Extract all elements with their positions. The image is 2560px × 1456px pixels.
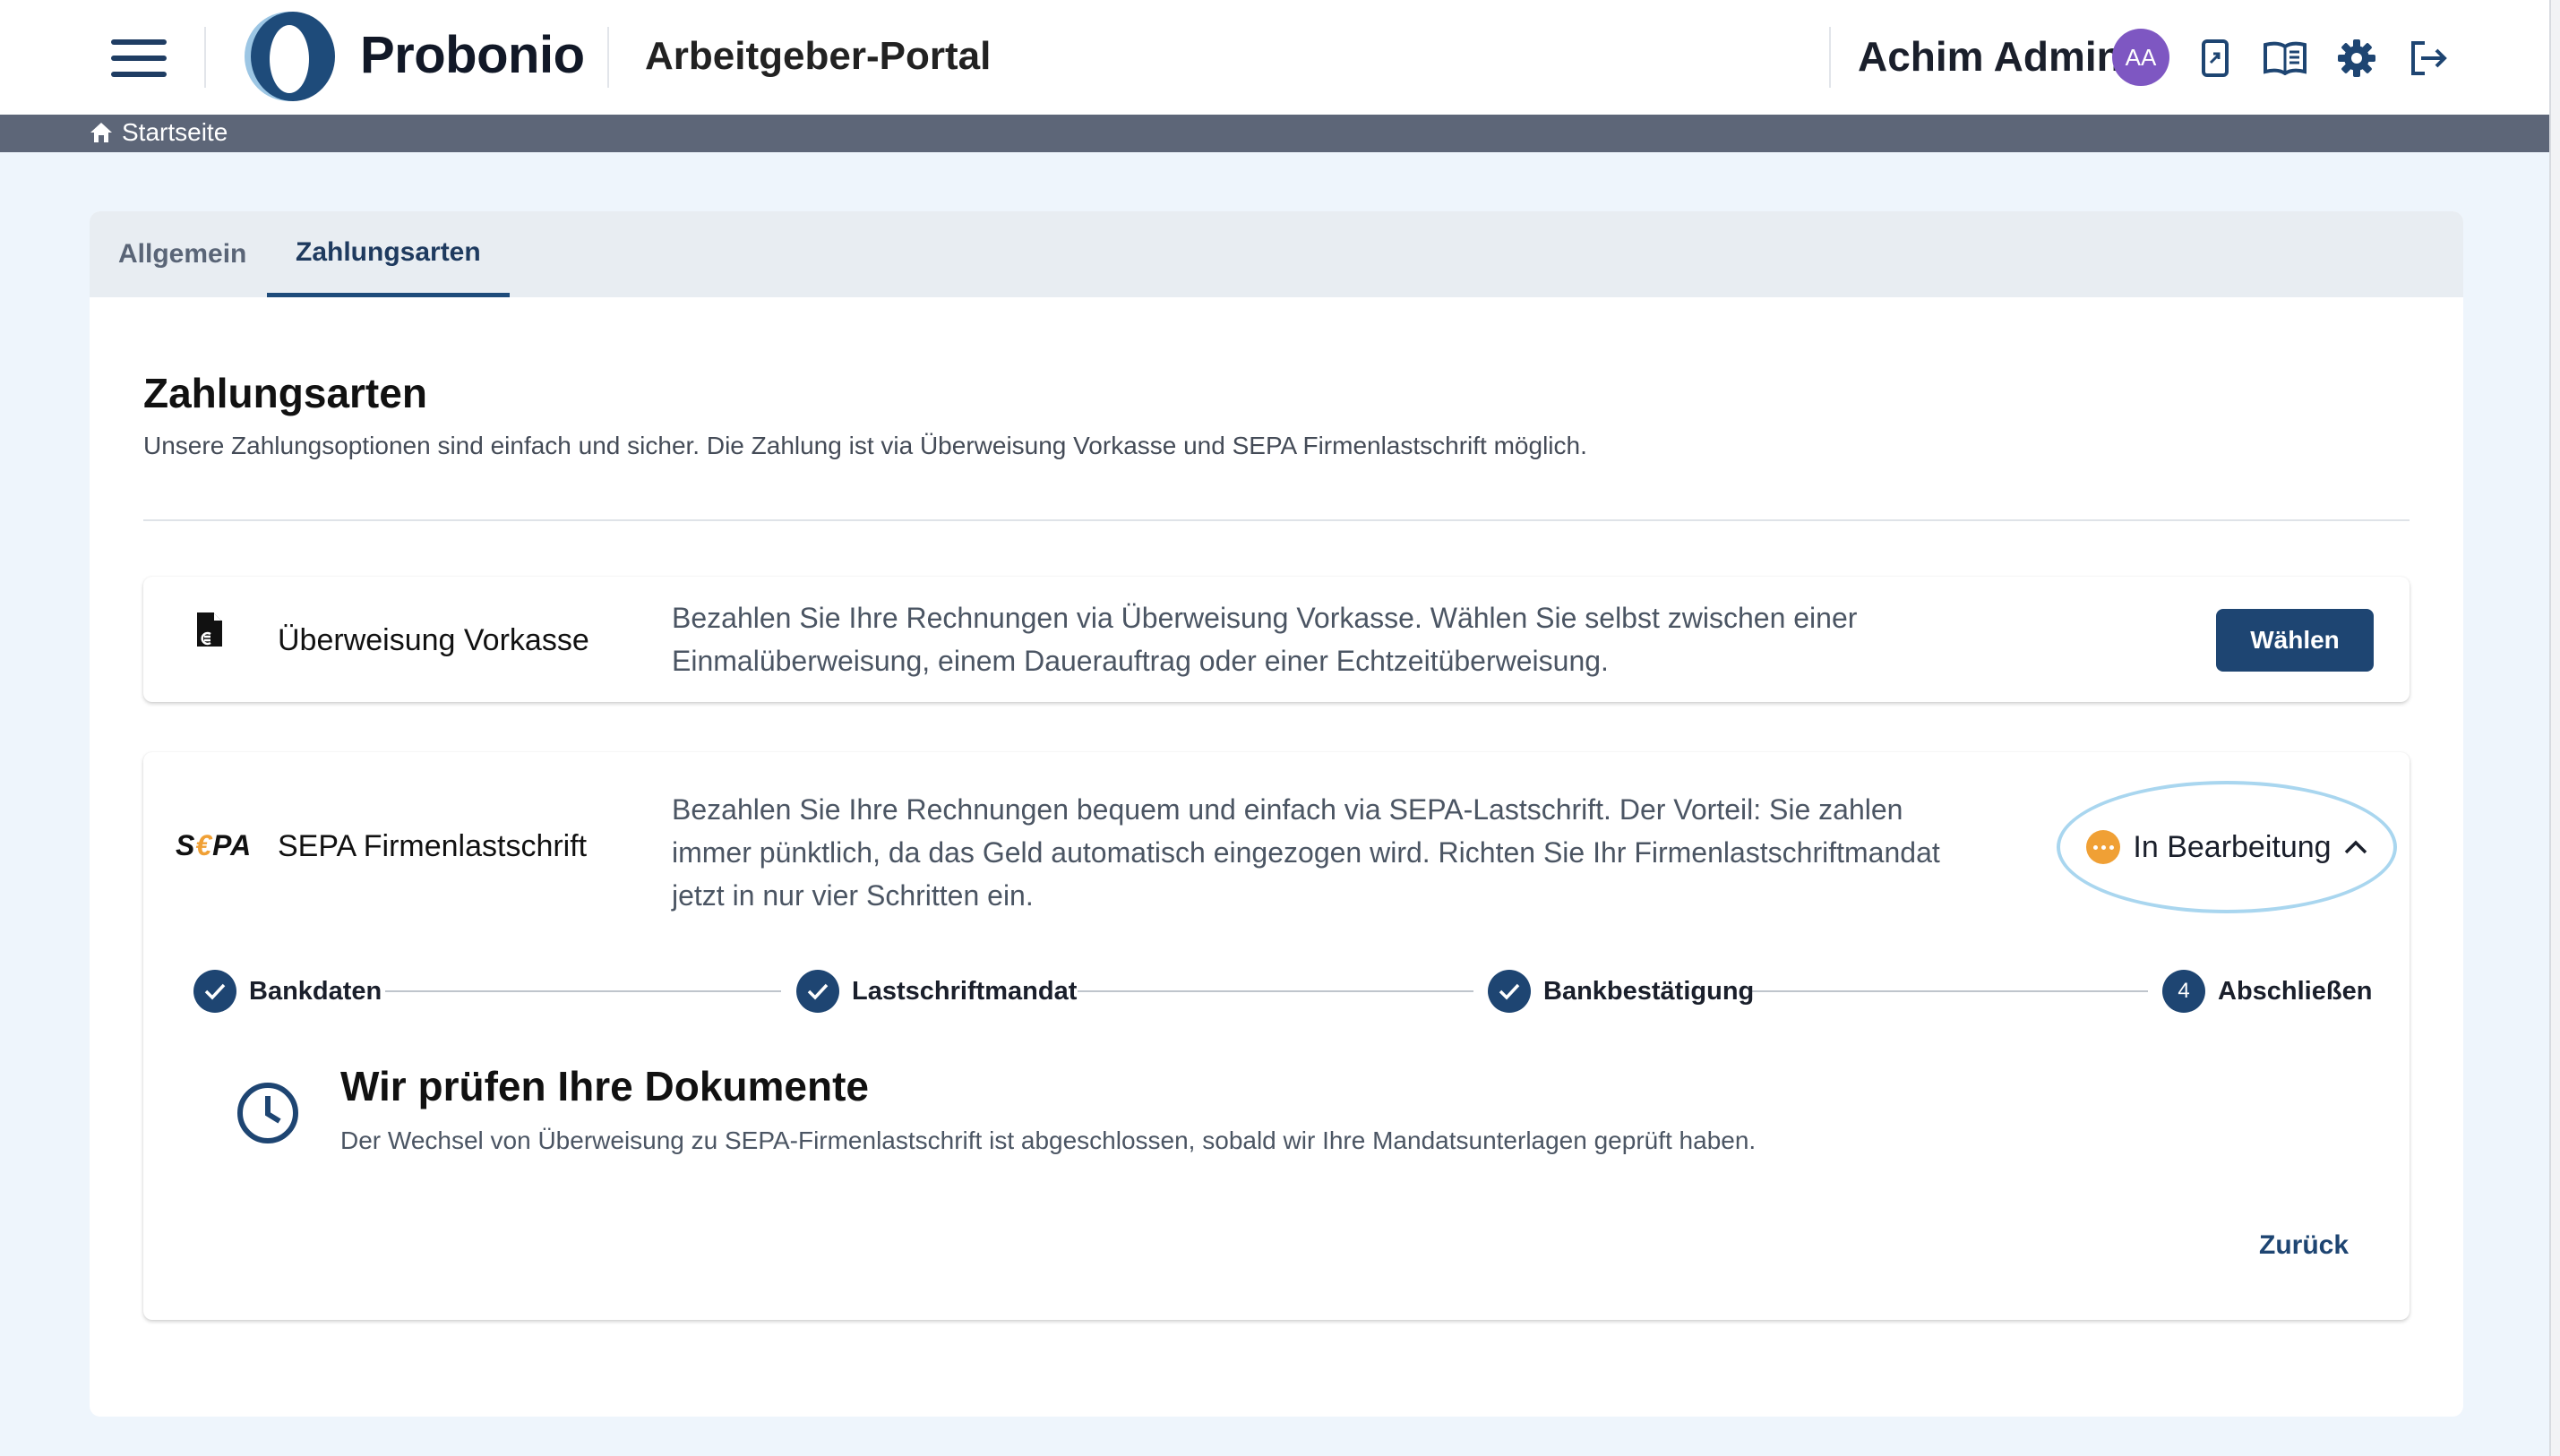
home-icon: [90, 123, 112, 142]
step-label: Abschließen: [2218, 976, 2373, 1006]
top-header: Probonio Arbeitgeber-Portal Achim Admin …: [0, 0, 2549, 115]
header-divider: [1829, 27, 1831, 88]
step-lastschriftmandat: Lastschriftmandat: [796, 970, 1077, 1013]
back-button[interactable]: Zurück: [2259, 1230, 2349, 1261]
review-title: Wir prüfen Ihre Dokumente: [340, 1063, 869, 1109]
logout-icon[interactable]: [2406, 36, 2451, 81]
check-icon: [1488, 970, 1531, 1013]
mobile-app-icon[interactable]: [2193, 36, 2238, 81]
brand-name: Probonio: [360, 26, 585, 84]
section-title: Zahlungsarten: [143, 370, 427, 416]
method-description-line: Bezahlen Sie Ihre Rechnungen via Überwei…: [672, 602, 1858, 634]
user-name[interactable]: Achim Admin: [1858, 32, 2122, 81]
manual-book-icon[interactable]: [2263, 36, 2307, 81]
clock-icon: [236, 1082, 299, 1144]
payment-method-transfer: Überweisung Vorkasse Bezahlen Sie Ihre R…: [143, 577, 2410, 702]
stepper-connector: [1078, 990, 1473, 992]
tab-allgemein[interactable]: Allgemein: [118, 211, 246, 297]
method-description-line: Einmalüberweisung, einem Dauerauftrag od…: [672, 645, 1609, 677]
review-description: Der Wechsel von Überweisung zu SEPA-Firm…: [340, 1126, 1757, 1154]
step-number: 4: [2162, 970, 2205, 1013]
main-card: Allgemein Zahlungsarten Zahlungsarten Un…: [90, 211, 2463, 1417]
step-label: Lastschriftmandat: [852, 976, 1078, 1006]
tab-bar: Allgemein Zahlungsarten: [90, 211, 2463, 297]
tab-zahlungsarten[interactable]: Zahlungsarten: [267, 211, 510, 297]
invoice-euro-icon: [195, 611, 224, 648]
header-divider: [204, 27, 206, 88]
step-abschliessen: 4 Abschließen: [2162, 970, 2372, 1013]
step-bankbestaetigung: Bankbestätigung: [1488, 970, 1754, 1013]
menu-icon[interactable]: [111, 39, 167, 77]
status-label: In Bearbeitung: [2133, 829, 2332, 864]
portal-title: Arbeitgeber-Portal: [645, 34, 992, 78]
choose-button[interactable]: Wählen: [2216, 609, 2374, 672]
window-scrollbar[interactable]: [2549, 0, 2560, 1456]
step-label: Bankdaten: [249, 976, 382, 1006]
method-description: Bezahlen Sie Ihre Rechnungen via Überwei…: [672, 596, 1857, 682]
avatar[interactable]: AA: [2112, 29, 2169, 86]
in-progress-icon: [2086, 830, 2121, 864]
step-bankdaten: Bankdaten: [193, 970, 382, 1013]
gear-icon[interactable]: [2334, 36, 2379, 81]
method-name: SEPA Firmenlastschrift: [278, 829, 588, 863]
breadcrumb-home[interactable]: Startseite: [90, 118, 228, 147]
check-icon: [193, 970, 236, 1013]
breadcrumb: Startseite: [0, 115, 2549, 152]
method-description: Bezahlen Sie Ihre Rechnungen bequem und …: [672, 788, 1940, 917]
section-divider: [143, 519, 2410, 521]
breadcrumb-home-label: Startseite: [122, 118, 228, 146]
method-description-line: Bezahlen Sie Ihre Rechnungen bequem und …: [672, 793, 1903, 826]
method-name: Überweisung Vorkasse: [278, 623, 589, 657]
payment-method-sepa: S€PA SEPA Firmenlastschrift Bezahlen Sie…: [143, 752, 2410, 1320]
stepper-connector: [385, 990, 781, 992]
method-description-line: immer pünktlich, da das Geld automatisch…: [672, 836, 1940, 869]
check-icon: [796, 970, 839, 1013]
sepa-logo-icon: S€PA: [176, 828, 253, 861]
probonio-logo-icon: [245, 12, 335, 101]
status-toggle[interactable]: In Bearbeitung: [2057, 781, 2397, 913]
chevron-up-icon: [2344, 840, 2367, 854]
header-divider: [607, 27, 609, 88]
step-label: Bankbestätigung: [1543, 976, 1755, 1006]
stepper-connector: [1752, 990, 2148, 992]
section-description: Unsere Zahlungsoptionen sind einfach und…: [143, 432, 1587, 459]
method-description-line: jetzt in nur vier Schritten ein.: [672, 879, 1034, 912]
